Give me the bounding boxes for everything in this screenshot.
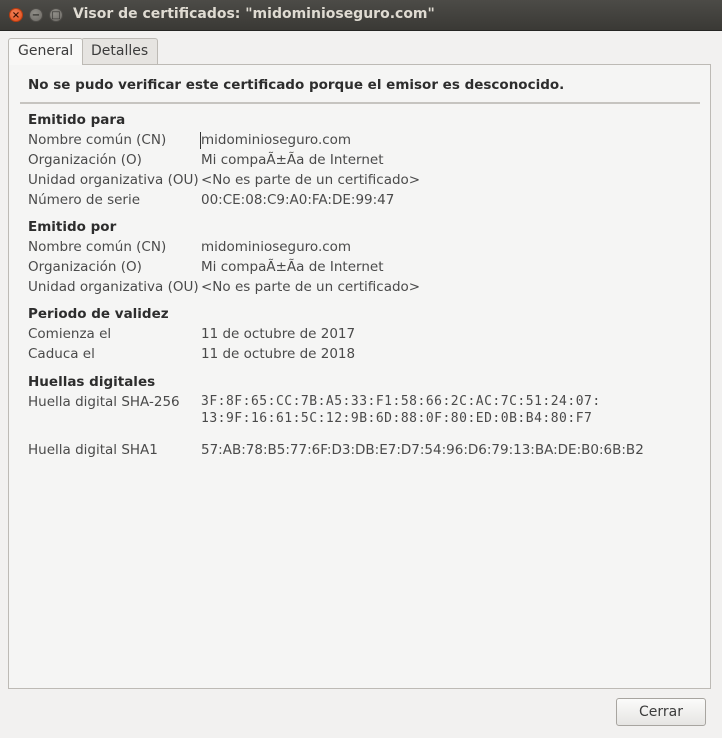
separator [20, 102, 700, 104]
sha1-value[interactable]: 57:AB:78:B5:77:6F:D3:DB:E7:D7:54:96:D6:7… [201, 442, 644, 458]
window-title: Visor de certificados: "midominioseguro.… [73, 6, 435, 22]
valid-until-label: Caduca el [28, 346, 95, 362]
issued-by-ou-label: Unidad organizativa (OU) [28, 279, 199, 295]
general-panel: No se pudo verificar este certificado po… [8, 64, 711, 689]
section-issued-by-heading: Emitido por [28, 219, 117, 235]
tab-detalles[interactable]: Detalles [81, 38, 159, 64]
serial-number-label: Número de serie [28, 192, 141, 208]
issued-by-org-label: Organización (O) [28, 259, 142, 275]
tab-general[interactable]: General [8, 38, 84, 65]
sha256-value-line2[interactable]: 13:9F:16:61:5C:12:9B:6D:88:0F:80:ED:0B:B… [201, 411, 592, 426]
valid-until-value[interactable]: 11 de octubre de 2018 [201, 346, 355, 362]
issued-to-ou-label: Unidad organizativa (OU) [28, 172, 199, 188]
issued-by-cn-label: Nombre común (CN) [28, 239, 167, 255]
issued-to-org-value[interactable]: Mi compaÃ±Ãa de Internet [201, 152, 383, 168]
serial-number-value[interactable]: 00:CE:08:C9:A0:FA:DE:99:47 [201, 192, 394, 208]
issued-by-org-value[interactable]: Mi compaÃ±Ãa de Internet [201, 259, 383, 275]
sha256-value-line1[interactable]: 3F:8F:65:CC:7B:A5:33:F1:58:66:2C:AC:7C:5… [201, 394, 601, 409]
issued-to-cn-label: Nombre común (CN) [28, 132, 167, 148]
issued-to-org-label: Organización (O) [28, 152, 142, 168]
section-fingerprints-heading: Huellas digitales [28, 374, 156, 390]
minimize-window-icon[interactable]: − [29, 8, 43, 22]
issued-to-cn-value[interactable]: midominioseguro.com [201, 132, 351, 148]
title-bar: × − □ Visor de certificados: "midominios… [0, 0, 722, 31]
section-issued-to-heading: Emitido para [28, 112, 126, 128]
valid-from-label: Comienza el [28, 326, 112, 342]
sha256-label: Huella digital SHA-256 [28, 394, 180, 410]
sha1-label: Huella digital SHA1 [28, 442, 158, 458]
valid-from-value[interactable]: 11 de octubre de 2017 [201, 326, 355, 342]
issued-by-ou-value[interactable]: <No es parte de un certificado> [201, 279, 420, 295]
verification-warning: No se pudo verificar este certificado po… [28, 77, 565, 93]
issued-by-cn-value[interactable]: midominioseguro.com [201, 239, 351, 255]
issued-to-ou-value[interactable]: <No es parte de un certificado> [201, 172, 420, 188]
section-validity-heading: Periodo de validez [28, 306, 169, 322]
close-button[interactable]: Cerrar [616, 698, 706, 726]
maximize-window-icon[interactable]: □ [49, 8, 63, 22]
close-window-icon[interactable]: × [9, 8, 23, 22]
